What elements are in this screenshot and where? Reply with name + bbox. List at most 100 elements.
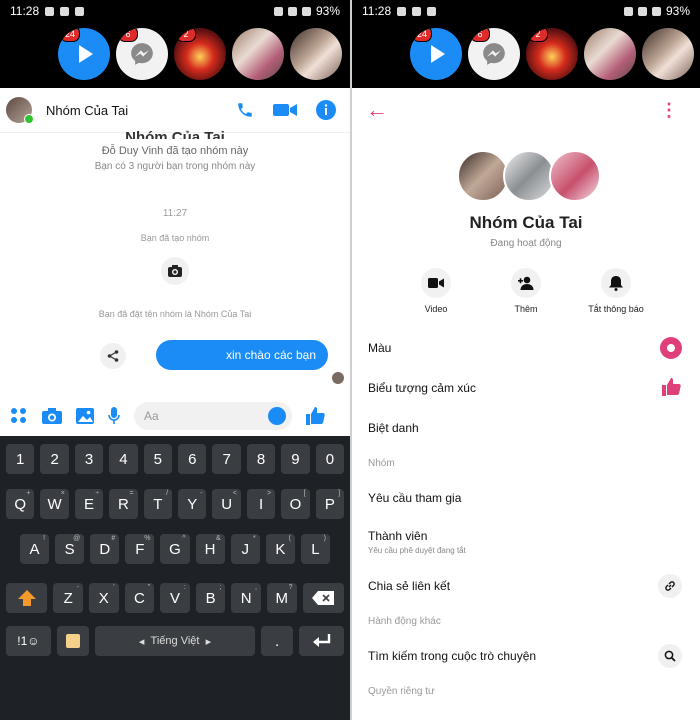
camera-icon[interactable] (161, 257, 189, 285)
emoji-icon[interactable] (268, 407, 286, 425)
number-row: 1 2 3 4 5 6 7 8 9 0 (0, 444, 350, 474)
letter-key[interactable]: C " (124, 583, 155, 613)
chat-head-contact[interactable]: 2 (174, 28, 226, 80)
key-label: 1 (16, 450, 25, 468)
join-requests-row[interactable]: Yêu cầu tham gia (352, 478, 700, 518)
like-icon[interactable] (306, 406, 326, 426)
number-key[interactable]: 6 (178, 444, 207, 474)
camera-icon[interactable] (42, 408, 62, 424)
microphone-icon[interactable] (108, 407, 120, 425)
gear-icon (427, 6, 437, 16)
share-link-row[interactable]: Chia sẻ liên kết (352, 566, 700, 606)
phone-icon[interactable] (236, 101, 254, 119)
message-placeholder: Aa (144, 409, 159, 423)
letter-key[interactable]: D # (90, 534, 120, 564)
backspace-key[interactable] (302, 583, 344, 613)
letter-key[interactable]: X ' (89, 583, 119, 613)
video-call-icon[interactable] (272, 101, 298, 119)
group-avatar[interactable] (6, 97, 34, 124)
search-row[interactable]: Tìm kiếm trong cuộc trò chuyện (352, 636, 700, 676)
key-alt-label: % (144, 535, 151, 542)
outgoing-message[interactable]: xin chào các bạn (155, 340, 328, 370)
letter-key[interactable]: A! (20, 534, 50, 564)
number-key[interactable]: 8 (246, 444, 276, 474)
key-label: Z (63, 589, 73, 607)
number-key[interactable]: 5 (143, 444, 173, 474)
letter-key[interactable]: V: (160, 583, 190, 613)
color-row[interactable]: Màu (352, 328, 700, 368)
number-key[interactable]: 7 (212, 444, 241, 474)
chat-header: Nhóm Của Tai (0, 88, 350, 133)
letter-key[interactable]: B; (195, 583, 226, 613)
chat-head-watch[interactable]: 24 (410, 28, 462, 80)
number-key[interactable]: 2 (40, 444, 69, 474)
letter-key[interactable]: S @ (55, 534, 85, 564)
chat-head-group-2[interactable] (290, 28, 342, 80)
facebook-icon (45, 6, 55, 16)
letter-key[interactable]: T / (143, 489, 173, 519)
add-member-action[interactable]: Thêm (495, 268, 557, 314)
chat-heads-bar: 24 6 2 (0, 22, 350, 88)
letter-key[interactable]: F% (125, 534, 155, 564)
enter-key[interactable] (299, 626, 345, 656)
key-alt-label: " (147, 584, 151, 591)
number-key[interactable]: 4 (109, 444, 138, 474)
gear-icon (75, 6, 85, 16)
letter-key[interactable]: P] (315, 489, 345, 519)
letter-key[interactable]: Z- (53, 583, 84, 613)
chat-head-watch[interactable]: 24 (58, 28, 110, 80)
activity-status: Đang hoạt động (490, 238, 562, 249)
letter-key[interactable]: E ÷ (74, 489, 104, 519)
period-key[interactable]: . (261, 626, 294, 656)
nicknames-row[interactable]: Biệt danh (352, 408, 700, 448)
letter-key[interactable]: R = (109, 489, 138, 519)
letter-key[interactable]: K( (265, 534, 295, 564)
key-label: D (99, 540, 111, 558)
more-options-icon[interactable]: ⋮ (660, 100, 678, 121)
chat-head-messenger[interactable]: 6 (116, 28, 168, 80)
number-key[interactable]: 0 (315, 444, 345, 474)
chat-head-group[interactable] (584, 28, 636, 80)
info-icon[interactable] (316, 100, 336, 120)
letter-key[interactable]: J * (230, 534, 260, 564)
members-row[interactable]: Thành viên Yêu cầu phê duyệt đang tắt (352, 518, 700, 566)
letter-key[interactable]: Y- (178, 489, 207, 519)
key-alt-label: ^ (182, 535, 186, 542)
chat-head-contact[interactable]: 2 (526, 28, 578, 80)
emoji-row[interactable]: Biểu tượng cảm xúc (352, 368, 700, 408)
number-key[interactable]: 1 (6, 444, 35, 474)
gallery-icon[interactable] (76, 408, 94, 424)
space-key[interactable]: ◂ Tiếng Việt ▸ (94, 626, 256, 656)
key-label: W (47, 495, 62, 513)
chat-head-group[interactable] (232, 28, 284, 80)
chat-head-messenger[interactable]: 6 (468, 28, 520, 80)
letter-key[interactable]: I > (246, 489, 276, 519)
number-key[interactable]: 9 (281, 444, 310, 474)
mute-action[interactable]: Tắt thông báo (585, 268, 647, 314)
message-input[interactable]: Aa (134, 402, 292, 430)
composer: Aa (0, 398, 350, 434)
share-icon[interactable] (100, 343, 126, 369)
letter-key[interactable]: U < (212, 489, 241, 519)
letter-key[interactable]: L) (300, 534, 330, 564)
letter-key[interactable]: W × (40, 489, 69, 519)
chat-title[interactable]: Nhóm Của Tai (46, 103, 128, 118)
friends-line: Bạn có 3 người bạn trong nhóm này (94, 161, 256, 172)
letter-key[interactable]: M? (266, 583, 297, 613)
chat-head-group-2[interactable] (642, 28, 694, 80)
join-requests-label: Yêu cầu tham gia (368, 491, 462, 505)
shift-key[interactable] (6, 583, 48, 613)
number-key[interactable]: 3 (74, 444, 104, 474)
nicknames-label: Biệt danh (368, 421, 419, 435)
group-name-heading: Nhóm Của Tai (125, 129, 225, 139)
letter-key[interactable]: N, (231, 583, 261, 613)
back-arrow-icon[interactable]: ← (366, 97, 388, 123)
letter-key[interactable]: H & (195, 534, 225, 564)
letter-key[interactable]: G ^ (160, 534, 190, 564)
symbols-key[interactable]: !1☺ (6, 626, 51, 656)
video-action[interactable]: Video (405, 268, 467, 314)
letter-key[interactable]: Q + (6, 489, 35, 519)
sticker-key[interactable] (56, 626, 89, 656)
apps-icon[interactable] (10, 407, 28, 425)
letter-key[interactable]: O[ (281, 489, 310, 519)
